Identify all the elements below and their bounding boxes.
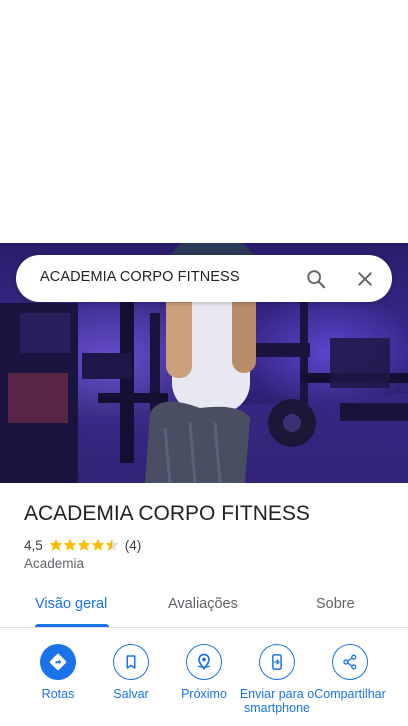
active-tab-indicator — [35, 624, 109, 627]
star-icon — [63, 538, 77, 551]
share-icon — [343, 654, 357, 670]
share-label: Compartilhar — [314, 687, 386, 701]
review-count[interactable]: (4) — [125, 538, 142, 553]
bookmark-icon — [126, 655, 136, 669]
action-bar: Rotas Salvar Próximo Enviar para o smart… — [0, 628, 408, 726]
save-label: Salvar — [113, 687, 149, 701]
nearby-icon — [197, 653, 211, 670]
send-to-phone-label: Enviar para o smartphone — [239, 687, 315, 715]
star-icon — [49, 538, 63, 551]
nearby-button[interactable]: Próximo — [164, 644, 244, 701]
rating-row[interactable]: 4,5 (4) — [24, 537, 141, 553]
tab-about[interactable]: Sobre — [316, 596, 355, 612]
directions-label: Rotas — [41, 687, 75, 701]
place-title: ACADEMIA CORPO FITNESS — [24, 502, 310, 525]
close-icon[interactable] — [351, 265, 379, 293]
map-blank-area — [0, 0, 408, 243]
send-to-phone-icon — [272, 654, 282, 670]
rating-value: 4,5 — [24, 537, 43, 553]
send-to-phone-button[interactable]: Enviar para o smartphone — [237, 644, 317, 715]
place-category: Academia — [24, 556, 85, 571]
star-icon — [77, 538, 91, 551]
directions-icon — [49, 653, 67, 671]
search-icon[interactable] — [302, 265, 330, 293]
search-bar[interactable]: ACADEMIA CORPO FITNESS — [16, 255, 392, 302]
star-half-icon — [105, 538, 119, 551]
tab-reviews[interactable]: Avaliações — [168, 596, 238, 612]
star-icon — [91, 538, 105, 551]
search-query-text[interactable]: ACADEMIA CORPO FITNESS — [40, 269, 240, 285]
nearby-label: Próximo — [181, 687, 227, 701]
save-button[interactable]: Salvar — [91, 644, 171, 701]
rating-stars — [49, 538, 119, 552]
tab-bar: Visão geral Avaliações Sobre — [0, 582, 408, 628]
directions-button[interactable]: Rotas — [18, 644, 98, 701]
tab-overview[interactable]: Visão geral — [35, 596, 107, 612]
share-button[interactable]: Compartilhar — [310, 644, 390, 701]
